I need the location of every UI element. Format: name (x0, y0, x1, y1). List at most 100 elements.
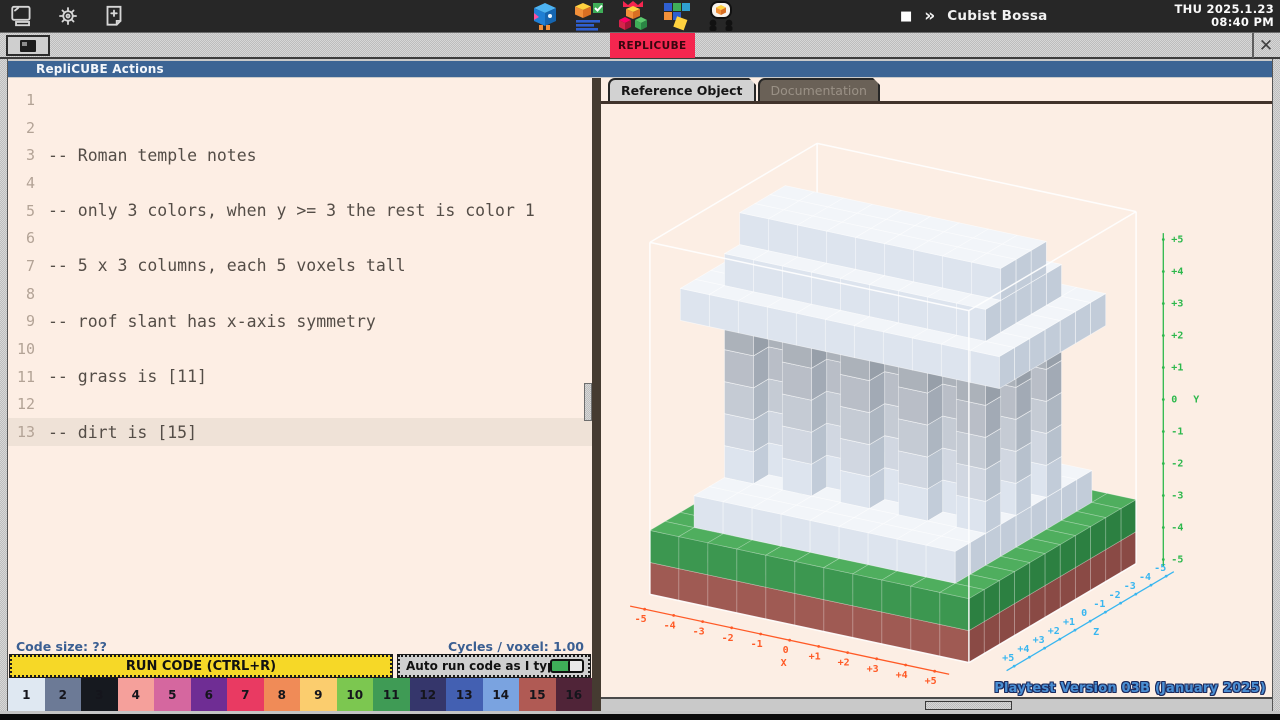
viewport-hscrollbar[interactable] (601, 697, 1272, 711)
code-line-8[interactable]: 8 (8, 280, 592, 308)
window-menu-button[interactable] (6, 35, 50, 56)
reference-panel: Reference Object Documentation -5 -4 -3 -2-… (601, 78, 1272, 711)
line-number: 13 (16, 423, 35, 442)
y-axis: -5 -4 -3 -2 -1 0 Y +1 +2 +3 +4 +5 (1161, 233, 1199, 566)
palette-swatch-11[interactable]: 11 (373, 678, 410, 711)
code-line-2[interactable]: 2 (8, 114, 592, 142)
svg-text:+1: +1 (1171, 363, 1183, 374)
code-line-1[interactable]: 1 (8, 86, 592, 114)
voxel-scene-3d[interactable]: -5-4-3-2-10X+1+2+3+4+5-5-4-3-2-10Z+1+2+3… (601, 107, 1272, 697)
code-line-9[interactable]: 9 -- roof slant has x-axis symmetry (8, 308, 592, 336)
window-body: RepliCUBE Actions 1 2 3 -- Roman temple not… (0, 59, 1280, 714)
palette-swatch-12[interactable]: 12 (409, 678, 446, 711)
svg-text:-3: -3 (1171, 491, 1183, 502)
palette-swatch-15[interactable]: 15 (519, 678, 556, 711)
autorun-label: Auto run code as I type (406, 659, 564, 673)
code-line-5[interactable]: 5 -- only 3 colors, when y >= 3 the rest … (8, 197, 592, 225)
code-editor[interactable]: 1 2 3 -- Roman temple notes 4 5 -- only 3 colo… (8, 78, 592, 637)
palette-swatch-13[interactable]: 13 (446, 678, 483, 711)
editor-status-row: Code size: ?? Cycles / voxel: 1.00 (8, 637, 592, 655)
line-number: 11 (16, 367, 35, 386)
screen: ■ » Cubist Bossa THU 2025.1.23 08:40 PM … (0, 0, 1280, 720)
viewport-hscrollbar-thumb[interactable] (925, 701, 1012, 710)
right-chrome-strip[interactable] (1272, 59, 1280, 711)
svg-text:Y: Y (1193, 395, 1199, 406)
system-icons (8, 2, 128, 30)
color-palette: 1 2 3 4 5 6 7 8 9 10 11 12 13 14 15 16 (8, 678, 592, 711)
skip-icon[interactable]: » (924, 7, 935, 25)
code-line-7[interactable]: 7 -- 5 x 3 columns, each 5 voxels tall (8, 252, 592, 280)
tab-documentation[interactable]: Documentation (757, 78, 881, 101)
svg-text:-4: -4 (1139, 572, 1151, 583)
gear-icon[interactable] (54, 2, 82, 30)
palette-swatch-7[interactable]: 7 (227, 678, 264, 711)
palette-swatch-5[interactable]: 5 (154, 678, 191, 711)
line-number: 3 (25, 146, 35, 165)
code-editor-panel: 1 2 3 -- Roman temple notes 4 5 -- only 3 colo… (8, 78, 592, 711)
palette-swatch-16[interactable]: 16 (555, 678, 592, 711)
svg-text:+3: +3 (1033, 635, 1045, 646)
crowned-cubes-icon[interactable] (616, 0, 650, 32)
svg-text:+4: +4 (1017, 644, 1029, 655)
left-chrome-strip[interactable] (0, 59, 8, 711)
svg-text:-2: -2 (1171, 459, 1183, 470)
panel-divider[interactable] (592, 78, 601, 711)
code-line-12[interactable]: 12 (8, 391, 592, 419)
svg-text:-4: -4 (664, 620, 676, 631)
music-status: ■ » Cubist Bossa (900, 0, 1047, 32)
autorun-panel: Auto run code as I type (397, 654, 591, 678)
svg-text:+3: +3 (867, 664, 879, 675)
editor-scrollbar[interactable] (584, 78, 592, 637)
run-code-button[interactable]: RUN CODE (CTRL+R) (9, 654, 393, 678)
stop-icon[interactable]: ■ (900, 10, 912, 23)
color-grid-icon[interactable] (660, 0, 694, 32)
svg-text:X: X (781, 658, 787, 669)
close-icon[interactable]: ✕ (1252, 33, 1278, 58)
code-line-3[interactable]: 3 -- Roman temple notes (8, 141, 592, 169)
palette-swatch-3[interactable]: 3 (81, 678, 118, 711)
line-number: 8 (25, 284, 35, 303)
cycles-label: Cycles / voxel: 1.00 (448, 639, 584, 654)
voxel-viewport[interactable]: -5 -4 -3 -2 -1 0 X +1 +2 +3 +4 +5 -5 -4 -3 -2 -1 0 Z +1 +2 +3… (601, 107, 1272, 697)
tab-reference-object[interactable]: Reference Object (608, 78, 756, 101)
tasks-cube-icon[interactable] (572, 0, 606, 32)
palette-swatch-8[interactable]: 8 (263, 678, 300, 711)
code-line-10[interactable]: 10 (8, 335, 592, 363)
new-file-icon[interactable] (100, 2, 128, 30)
reference-tab-row: Reference Object Documentation (601, 78, 1272, 104)
svg-text:+1: +1 (809, 651, 821, 662)
replicube-blue-cube-icon[interactable] (528, 0, 562, 32)
window-titlebar[interactable]: REPLICUBE ✕ (0, 32, 1280, 59)
code-line-6[interactable]: 6 (8, 224, 592, 252)
svg-text:-4: -4 (1171, 523, 1183, 534)
code-line-13[interactable]: 13 -- dirt is [15] (8, 418, 592, 446)
chat-cube-icon[interactable] (704, 0, 738, 32)
clock-time: 08:40 PM (1211, 15, 1274, 29)
svg-text:+1: +1 (1063, 617, 1075, 628)
code-line-11[interactable]: 11 -- grass is [11] (8, 363, 592, 391)
panel-title: RepliCUBE Actions (8, 61, 1272, 77)
editor-buttons-row: RUN CODE (CTRL+R) Auto run code as I typ… (8, 654, 592, 678)
line-number: 5 (25, 201, 35, 220)
line-text: -- Roman temple notes (48, 145, 257, 165)
palette-swatch-2[interactable]: 2 (44, 678, 81, 711)
replicube-window-tab[interactable]: REPLICUBE (610, 33, 695, 58)
desktop-topbar: ■ » Cubist Bossa THU 2025.1.23 08:40 PM (0, 0, 1280, 32)
svg-text:+2: +2 (1171, 331, 1183, 342)
computer-icon[interactable] (8, 2, 36, 30)
palette-swatch-14[interactable]: 14 (482, 678, 519, 711)
line-number: 6 (25, 229, 35, 248)
line-number: 9 (25, 312, 35, 331)
palette-swatch-6[interactable]: 6 (190, 678, 227, 711)
palette-swatch-9[interactable]: 9 (300, 678, 337, 711)
palette-swatch-10[interactable]: 10 (336, 678, 373, 711)
svg-text:+2: +2 (838, 658, 850, 669)
code-line-4[interactable]: 4 (8, 169, 592, 197)
code-size-label: Code size: ?? (16, 639, 107, 654)
palette-swatch-4[interactable]: 4 (117, 678, 154, 711)
svg-text:+5: +5 (925, 676, 937, 687)
palette-swatch-1[interactable]: 1 (8, 678, 45, 711)
autorun-toggle[interactable] (550, 659, 584, 673)
svg-text:+4: +4 (1171, 267, 1183, 278)
editor-scrollbar-thumb[interactable] (584, 383, 592, 421)
